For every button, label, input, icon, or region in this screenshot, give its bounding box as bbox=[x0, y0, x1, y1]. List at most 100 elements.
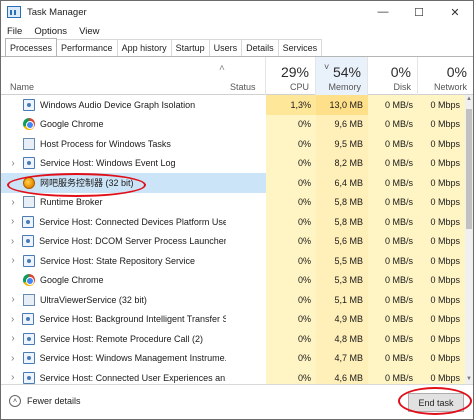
process-row[interactable]: › UltraViewerService (32 bit) 0% 5,1 MB 0 MB… bbox=[1, 290, 473, 310]
expand-chevron-icon[interactable]: › bbox=[7, 333, 19, 344]
process-network: 0 Mbps bbox=[418, 329, 465, 349]
service-gear-icon bbox=[23, 332, 35, 345]
process-disk: 0 MB/s bbox=[368, 368, 418, 384]
expand-chevron-icon[interactable]: › bbox=[7, 372, 19, 383]
expand-chevron-icon[interactable]: › bbox=[7, 158, 19, 169]
process-memory: 4,8 MB bbox=[316, 329, 368, 349]
tab-details[interactable]: Details bbox=[241, 39, 279, 56]
process-disk: 0 MB/s bbox=[368, 114, 418, 134]
process-name: 网吧服务控制器 (32 bit) bbox=[40, 178, 134, 189]
process-row[interactable]: Google Chrome 0% 9,6 MB 0 MB/s 0 Mbps bbox=[1, 114, 473, 135]
process-network: 0 Mbps bbox=[418, 231, 465, 251]
process-name-cell: 网吧服务控制器 (32 bit) bbox=[1, 173, 226, 193]
column-header-disk[interactable]: 0% Disk bbox=[368, 57, 418, 95]
tab-services[interactable]: Services bbox=[277, 39, 323, 56]
process-network: 0 Mbps bbox=[418, 95, 465, 115]
process-row[interactable]: › Service Host: Background Intelligent Tr… bbox=[1, 309, 473, 330]
expand-chevron-icon[interactable]: › bbox=[7, 294, 19, 305]
application-window-icon bbox=[23, 137, 35, 150]
process-network: 0 Mbps bbox=[418, 114, 465, 134]
title-bar[interactable]: Task Manager — ☐ ✕ bbox=[1, 1, 473, 23]
process-status bbox=[226, 290, 266, 310]
service-gear-icon bbox=[22, 215, 35, 228]
process-network: 0 Mbps bbox=[418, 348, 465, 368]
menu-view[interactable]: View bbox=[79, 26, 99, 37]
chrome-icon bbox=[23, 274, 35, 287]
tab-processes[interactable]: Processes bbox=[5, 38, 58, 56]
process-memory: 5,8 MB bbox=[316, 212, 368, 232]
window-title: Task Manager bbox=[27, 6, 87, 18]
header-memory-label: Memory bbox=[328, 82, 361, 92]
process-cpu: 0% bbox=[266, 153, 316, 173]
process-status bbox=[226, 368, 266, 384]
tab-users[interactable]: Users bbox=[208, 39, 243, 56]
fewer-details-label: Fewer details bbox=[27, 396, 81, 406]
process-status bbox=[226, 271, 266, 291]
process-row[interactable]: › Service Host: Connected Devices Platfor… bbox=[1, 212, 473, 232]
task-manager-window: Task Manager — ☐ ✕ File Options View Pro… bbox=[0, 0, 474, 420]
column-header-name[interactable]: ˄ Name bbox=[1, 57, 226, 95]
scroll-down-icon[interactable]: ▼ bbox=[465, 375, 473, 384]
process-row[interactable]: › Service Host: DCOM Server Process Launc… bbox=[1, 231, 473, 251]
process-row[interactable]: 网吧服务控制器 (32 bit) 0% 6,4 MB 0 MB/s 0 Mbps bbox=[1, 173, 473, 193]
maximize-button[interactable]: ☐ bbox=[401, 1, 437, 23]
process-name-cell: Host Process for Windows Tasks bbox=[1, 134, 226, 154]
scroll-up-icon[interactable]: ▲ bbox=[465, 95, 473, 104]
process-cpu: 0% bbox=[266, 212, 316, 232]
end-task-button[interactable]: End task bbox=[408, 393, 464, 412]
column-header-row: ˄ Name Status 29% CPU ˅ 54% Memory 0% Di… bbox=[1, 57, 473, 95]
minimize-button[interactable]: — bbox=[365, 1, 401, 23]
process-name: Service Host: Windows Management Instrum… bbox=[39, 353, 226, 364]
expand-chevron-icon[interactable]: › bbox=[7, 353, 19, 364]
process-name-cell: › UltraViewerService (32 bit) bbox=[1, 290, 226, 310]
process-row[interactable]: Google Chrome 0% 5,3 MB 0 MB/s 0 Mbps bbox=[1, 270, 473, 291]
menu-options[interactable]: Options bbox=[34, 26, 67, 37]
expand-chevron-icon[interactable]: › bbox=[7, 236, 18, 247]
fewer-details-toggle[interactable]: ˄ Fewer details bbox=[9, 395, 81, 407]
process-network: 0 Mbps bbox=[418, 270, 465, 290]
expand-chevron-icon[interactable]: › bbox=[7, 216, 18, 227]
window-controls: — ☐ ✕ bbox=[365, 1, 473, 23]
process-name: Runtime Broker bbox=[40, 197, 103, 208]
process-status bbox=[226, 349, 266, 369]
process-disk: 0 MB/s bbox=[368, 348, 418, 368]
process-row[interactable]: Windows Audio Device Graph Isolation 1,3%… bbox=[1, 95, 473, 115]
process-name: UltraViewerService (32 bit) bbox=[40, 294, 147, 305]
process-name: Windows Audio Device Graph Isolation bbox=[40, 99, 196, 110]
process-row[interactable]: › Service Host: State Repository Service 0… bbox=[1, 251, 473, 271]
column-header-network[interactable]: 0% Network bbox=[418, 57, 473, 95]
process-name: Service Host: Windows Event Log bbox=[40, 158, 176, 169]
process-name-cell: Google Chrome bbox=[1, 271, 226, 291]
process-row[interactable]: › Service Host: Windows Event Log 0% 8,2 MB… bbox=[1, 153, 473, 173]
process-network: 0 Mbps bbox=[418, 173, 465, 193]
expand-chevron-icon[interactable]: › bbox=[7, 197, 19, 208]
process-row[interactable]: › Runtime Broker 0% 5,8 MB 0 MB/s 0 Mbps bbox=[1, 192, 473, 212]
expand-chevron-icon[interactable]: › bbox=[7, 314, 18, 325]
tab-performance[interactable]: Performance bbox=[56, 39, 118, 56]
process-disk: 0 MB/s bbox=[368, 270, 418, 290]
chrome-icon bbox=[23, 118, 35, 131]
expand-chevron-icon[interactable]: › bbox=[7, 255, 19, 266]
vertical-scrollbar[interactable]: ▲ ▼ bbox=[465, 95, 473, 384]
tab-app-history[interactable]: App history bbox=[116, 39, 172, 56]
process-memory: 8,2 MB bbox=[316, 153, 368, 173]
process-row[interactable]: › Service Host: Connected User Experience… bbox=[1, 368, 473, 384]
menu-file[interactable]: File bbox=[7, 26, 22, 37]
process-cpu: 1,3% bbox=[266, 95, 316, 115]
process-memory: 4,9 MB bbox=[316, 309, 368, 329]
process-row[interactable]: › Service Host: Windows Management Instru… bbox=[1, 348, 473, 369]
column-header-memory[interactable]: ˅ 54% Memory bbox=[316, 57, 368, 95]
column-header-cpu[interactable]: 29% CPU bbox=[266, 57, 316, 95]
process-name-cell: Google Chrome bbox=[1, 115, 226, 135]
process-name-cell: › Service Host: Background Intelligent Tr… bbox=[1, 310, 226, 330]
process-disk: 0 MB/s bbox=[368, 95, 418, 115]
application-window-icon bbox=[23, 293, 35, 306]
close-button[interactable]: ✕ bbox=[437, 1, 473, 23]
process-row[interactable]: Host Process for Windows Tasks 0% 9,5 MB 0 … bbox=[1, 134, 473, 154]
column-header-status[interactable]: Status bbox=[226, 57, 266, 95]
tab-startup[interactable]: Startup bbox=[170, 39, 210, 56]
scrollbar-thumb[interactable] bbox=[466, 109, 472, 229]
process-status bbox=[226, 95, 266, 115]
process-row[interactable]: › Service Host: Remote Procedure Call (2)… bbox=[1, 329, 473, 349]
process-memory: 5,1 MB bbox=[316, 290, 368, 310]
